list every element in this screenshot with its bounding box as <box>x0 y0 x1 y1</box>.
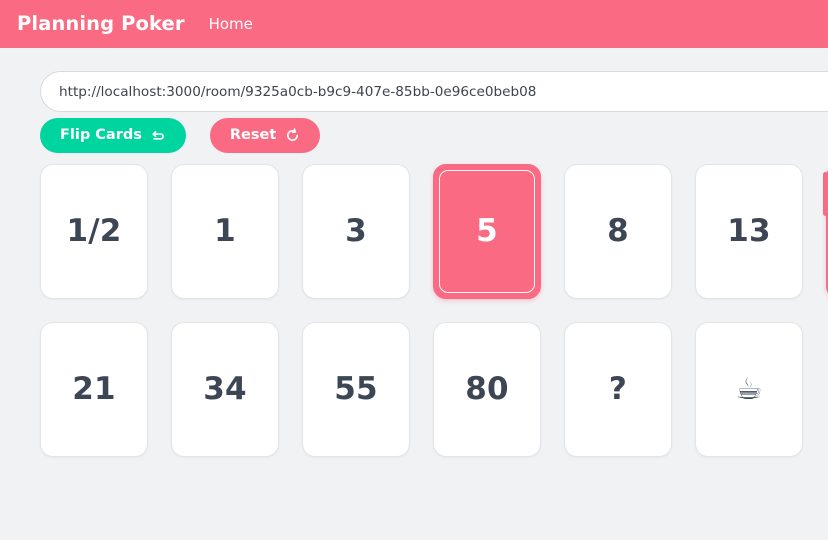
estimation-card-value: 13 <box>727 213 771 249</box>
estimation-card[interactable]: 8 <box>564 164 672 299</box>
estimation-card[interactable]: 21 <box>40 322 148 457</box>
estimation-card[interactable]: 1 <box>171 164 279 299</box>
estimation-card-value: 8 <box>607 213 629 249</box>
estimation-card-value: 21 <box>72 371 116 407</box>
nav-link-home[interactable]: Home <box>209 16 253 32</box>
estimation-card-value: 55 <box>334 371 378 407</box>
estimation-card[interactable]: 5 <box>433 164 541 299</box>
reset-label: Reset <box>229 127 277 144</box>
action-button-row: Flip Cards Reset <box>40 118 321 153</box>
estimation-card-grid: 1/21358132021345580?☕ <box>40 164 828 457</box>
app-brand-title: Planning Poker <box>17 12 185 36</box>
estimation-card-value: 80 <box>465 371 509 407</box>
estimation-card[interactable]: 3 <box>302 164 410 299</box>
estimation-card-value: ? <box>608 371 628 407</box>
vertical-scrollbar-thumb[interactable] <box>823 172 828 216</box>
flip-cards-button[interactable]: Flip Cards <box>40 118 186 153</box>
estimation-card[interactable]: 80 <box>433 322 541 457</box>
flip-cards-label: Flip Cards <box>60 127 142 144</box>
estimation-card-value: 3 <box>345 213 367 249</box>
estimation-card-value: 5 <box>476 213 498 249</box>
content-area: Flip Cards Reset 1/213 <box>0 48 828 540</box>
estimation-card[interactable]: 55 <box>302 322 410 457</box>
room-url-input[interactable] <box>40 71 828 112</box>
reset-button[interactable]: Reset <box>209 118 321 153</box>
estimation-card[interactable]: 1/2 <box>40 164 148 299</box>
room-url-field-wrapper <box>40 71 828 112</box>
planning-poker-app: Planning Poker Home Flip Cards Rese <box>0 0 828 540</box>
estimation-card-value: ☕ <box>735 371 763 407</box>
estimation-card-value: 1/2 <box>66 213 122 249</box>
estimation-card[interactable]: ? <box>564 322 672 457</box>
navbar-links: Home <box>209 16 253 32</box>
estimation-card[interactable]: 34 <box>171 322 279 457</box>
estimation-card-value: 34 <box>203 371 247 407</box>
flip-arrow-icon <box>151 128 166 143</box>
estimation-card[interactable]: 13 <box>695 164 803 299</box>
estimation-card[interactable]: ☕ <box>695 322 803 457</box>
vertical-scrollbar-track[interactable] <box>822 48 828 540</box>
refresh-icon <box>285 128 300 143</box>
estimation-card-value: 1 <box>214 213 236 249</box>
navbar: Planning Poker Home <box>0 0 828 48</box>
